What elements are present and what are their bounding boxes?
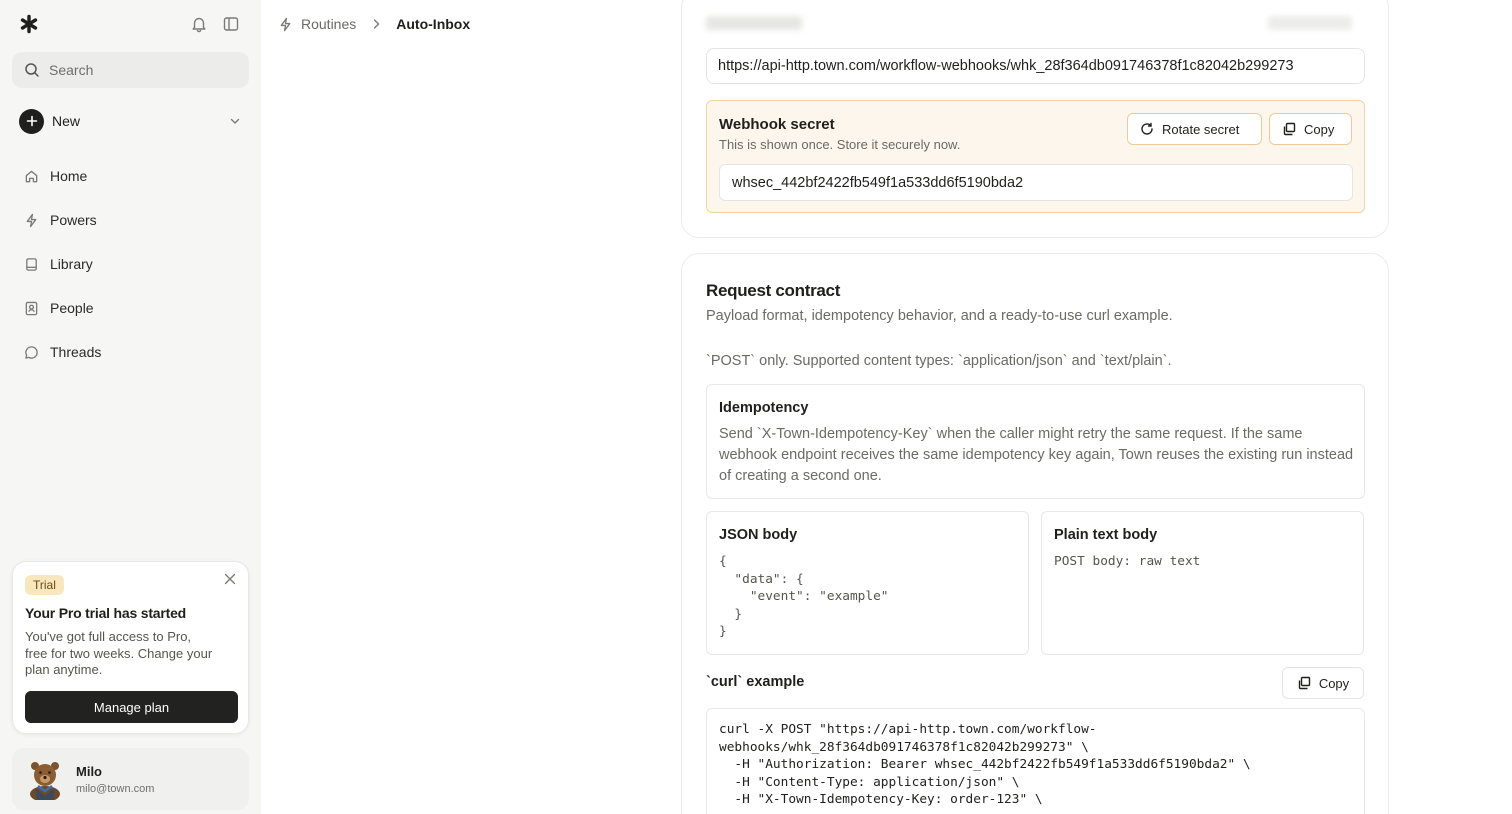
sidebar-nav: Home Powers Library People Threads <box>14 154 248 374</box>
secret-title: Webhook secret <box>719 116 835 133</box>
sidebar-item-powers[interactable]: Powers <box>14 198 248 242</box>
plain-text-body-title: Plain text body <box>1054 527 1158 543</box>
trial-text: You've got full access to Pro, free for … <box>25 629 213 677</box>
user-name: Milo <box>76 763 102 779</box>
secret-subtitle: This is shown once. Store it securely no… <box>719 137 961 152</box>
search-input[interactable] <box>49 62 229 78</box>
bell-icon[interactable] <box>190 15 208 33</box>
book-icon <box>26 257 37 271</box>
sidebar-item-label: Home <box>50 168 88 184</box>
sidebar-item-library[interactable]: Library <box>14 242 248 286</box>
request-contract-title: Request contract <box>706 281 841 300</box>
copy-label: Copy <box>1318 675 1350 691</box>
lightning-icon <box>280 17 291 31</box>
copy-label: Copy <box>1304 121 1335 137</box>
new-button[interactable]: New <box>19 108 241 134</box>
obscured-header <box>706 16 802 30</box>
webhook-secret-box: Webhook secret This is shown once. Store… <box>706 100 1365 213</box>
webhook-url-field[interactable]: https://api-http.town.com/workflow-webho… <box>706 48 1365 84</box>
methods-note: `POST` only. Supported content types: `a… <box>706 353 1172 369</box>
copy-icon <box>1283 122 1296 136</box>
new-label: New <box>52 113 81 129</box>
user-email: milo@town.com <box>76 782 155 795</box>
idempotency-text: Send `X-Town-Idempotency-Key` when the c… <box>719 426 1354 484</box>
chevron-down-icon[interactable] <box>229 115 241 127</box>
sidebar-item-people[interactable]: People <box>14 286 248 330</box>
copy-secret-button[interactable]: Copy <box>1269 113 1352 145</box>
lightning-icon <box>26 213 37 227</box>
rotate-secret-button[interactable]: Rotate secret <box>1127 113 1262 145</box>
town-logo-icon[interactable] <box>19 14 39 34</box>
avatar <box>30 762 60 800</box>
json-body-code: { "data": { "event": "example" } } <box>719 554 889 639</box>
curl-code-box: curl -X POST "https://api-http.town.com/… <box>706 708 1365 814</box>
obscured-header-right <box>1268 16 1352 30</box>
contact-card-icon <box>25 301 38 315</box>
manage-plan-button[interactable]: Manage plan <box>25 691 238 723</box>
plain-text-body-code: POST body: raw text <box>1054 554 1201 569</box>
rotate-secret-label: Rotate secret <box>1162 121 1240 137</box>
request-contract-subtitle: Payload format, idempotency behavior, an… <box>706 308 1173 324</box>
close-icon[interactable] <box>224 573 236 585</box>
json-body-title: JSON body <box>719 527 798 543</box>
copy-icon <box>1298 676 1311 690</box>
secret-value-field[interactable]: whsec_442bf2422fb549f1a533dd6f5190bda2 <box>719 164 1353 201</box>
curl-example-title: `curl` example <box>706 674 805 690</box>
trial-title: Your Pro trial has started <box>25 605 187 621</box>
breadcrumb-current: Auto-Inbox <box>396 16 471 32</box>
plus-icon <box>19 108 44 134</box>
sidebar-item-label: People <box>50 300 94 316</box>
trial-card: Trial Your Pro trial has started You've … <box>12 561 249 734</box>
sidebar-item-threads[interactable]: Threads <box>14 330 248 374</box>
plain-text-body-box: Plain text body POST body: raw text <box>1041 511 1364 655</box>
idempotency-box: Idempotency Send `X-Town-Idempotency-Key… <box>706 384 1365 499</box>
refresh-icon <box>1141 122 1153 135</box>
sidebar: New Home Powers Library <box>0 0 261 814</box>
idempotency-title: Idempotency <box>719 400 809 416</box>
search-box[interactable] <box>12 52 249 88</box>
breadcrumb: Routines Auto-Inbox <box>278 14 470 34</box>
sidebar-item-label: Library <box>50 256 93 272</box>
user-profile[interactable]: Milo milo@town.com <box>12 748 249 810</box>
trial-badge: Trial <box>25 575 64 595</box>
copy-curl-button[interactable]: Copy <box>1282 667 1364 699</box>
chat-bubble-icon <box>25 345 38 359</box>
chevron-right-icon <box>374 19 380 29</box>
home-icon <box>25 170 38 182</box>
json-body-box: JSON body { "data": { "event": "example"… <box>706 511 1029 655</box>
sidebar-item-label: Powers <box>50 212 97 228</box>
sidebar-item-label: Threads <box>50 344 102 360</box>
search-icon <box>25 63 39 77</box>
curl-code: curl -X POST "https://api-http.town.com/… <box>719 722 1251 807</box>
sidebar-toggle-icon[interactable] <box>222 15 240 33</box>
sidebar-item-home[interactable]: Home <box>14 154 248 198</box>
breadcrumb-routines-link[interactable]: Routines <box>301 16 356 32</box>
